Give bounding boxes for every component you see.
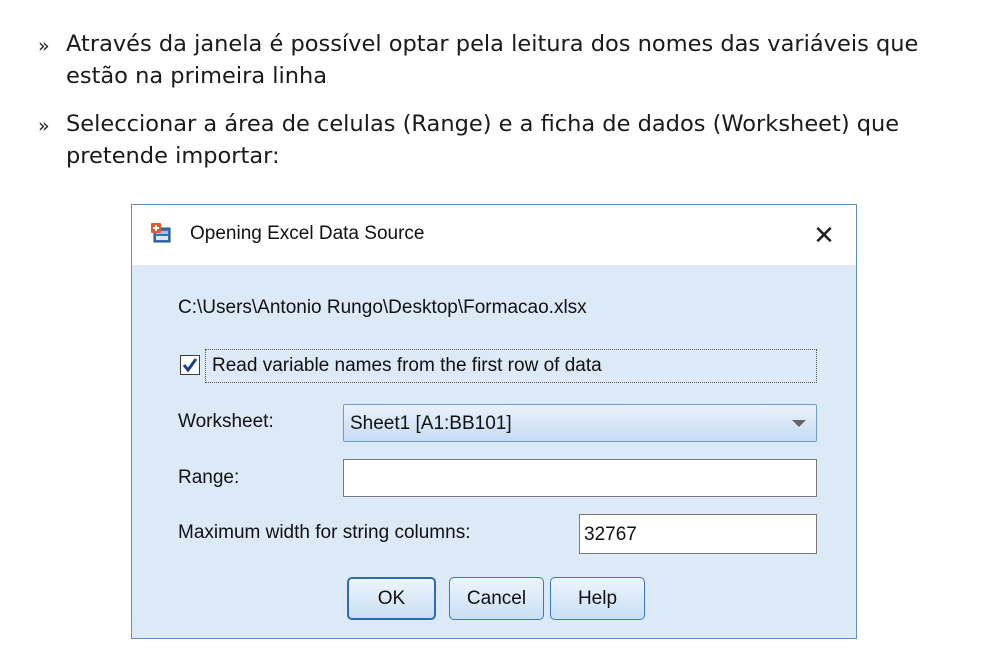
range-input[interactable] [343,459,817,497]
close-icon: ✕ [813,219,835,250]
dialog-title: Opening Excel Data Source [190,223,425,244]
title-bar[interactable]: Opening Excel Data Source ✕ [132,205,856,265]
max-width-input[interactable]: 32767 [579,514,817,554]
bullet-line: pretende importar: [66,143,280,169]
max-width-value: 32767 [584,524,637,545]
ok-button[interactable]: OK [347,577,436,620]
worksheet-dropdown[interactable]: Sheet1 [A1:BB101] [343,404,817,442]
file-path: C:\Users\Antonio Rungo\Desktop\Formacao.… [178,297,587,318]
max-width-label: Maximum width for string columns: [178,522,471,543]
checkmark-icon [182,358,198,373]
bullet-line: estão na primeira linha [66,63,328,89]
worksheet-label: Worksheet: [178,411,274,432]
close-button[interactable]: ✕ [802,215,846,255]
cancel-button[interactable]: Cancel [449,577,544,620]
bullet-line: Através da janela é possível optar pela … [66,31,919,57]
chevron-down-icon [792,420,806,427]
range-label: Range: [178,467,240,488]
bullet-marker: » [38,115,50,137]
worksheet-value: Sheet1 [A1:BB101] [350,413,512,434]
bullet-line: Seleccionar a área de celulas (Range) e … [66,111,900,137]
excel-data-source-dialog: Opening Excel Data Source ✕ C:\Users\Ant… [131,204,857,639]
spss-data-icon [150,223,172,245]
bullet-marker: » [38,35,50,57]
help-button[interactable]: Help [550,577,645,620]
read-names-checkbox[interactable] [180,355,200,375]
read-names-label[interactable]: Read variable names from the first row o… [212,355,602,377]
